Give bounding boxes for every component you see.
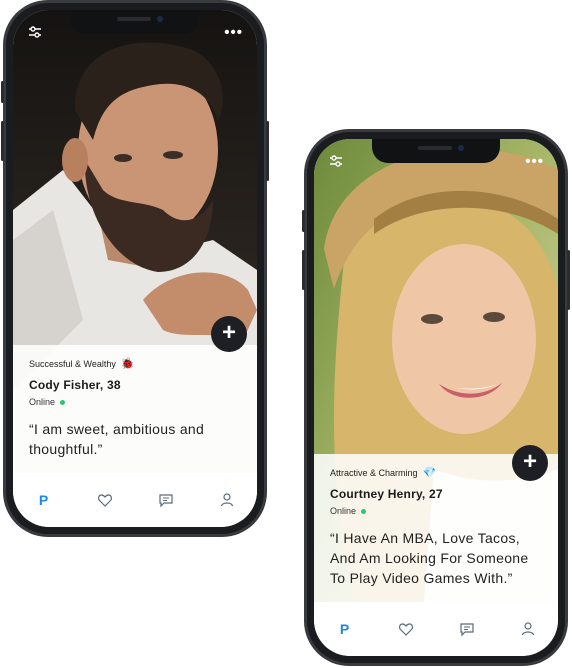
chat-icon <box>158 494 173 508</box>
tab-bar: P <box>314 602 558 656</box>
chat-icon <box>459 623 474 637</box>
phone-1: ••• + Successful & Wealthy 🐞 Cody Fisher… <box>1 1 269 536</box>
tab-messages[interactable] <box>146 485 186 515</box>
profile-screen-2: ••• + Attractive & Charming 💎 Courtney H… <box>314 139 558 656</box>
profile-icon <box>220 493 233 507</box>
profile-screen-1: ••• + Successful & Wealthy 🐞 Cody Fisher… <box>13 10 257 527</box>
online-status: Online <box>330 506 542 516</box>
online-dot-icon <box>361 508 367 514</box>
diamond-icon: 💎 <box>422 467 437 479</box>
tab-home[interactable]: P <box>325 614 365 644</box>
profile-name: Cody Fisher, 38 <box>29 378 121 392</box>
online-dot-icon <box>60 399 66 405</box>
tab-profile[interactable] <box>207 485 247 515</box>
tab-bar: P <box>13 473 257 527</box>
more-icon[interactable]: ••• <box>525 153 544 170</box>
notch <box>71 10 199 34</box>
tab-likes[interactable] <box>85 485 125 515</box>
more-icon[interactable]: ••• <box>224 24 243 41</box>
tagline: Attractive & Charming 💎 <box>330 467 437 479</box>
profile-card: Successful & Wealthy 🐞 Cody Fisher, 38 O… <box>13 345 257 473</box>
tab-likes[interactable] <box>386 614 426 644</box>
online-status: Online <box>29 397 241 407</box>
profile-quote: “I am sweet, ambitious and thoughtful.” <box>29 421 205 457</box>
add-button[interactable]: + <box>512 445 548 481</box>
tab-messages[interactable] <box>447 614 487 644</box>
heart-icon <box>97 494 112 507</box>
heart-icon <box>398 623 413 636</box>
filter-icon[interactable] <box>328 153 344 173</box>
tab-profile[interactable] <box>508 614 548 644</box>
profile-icon <box>521 622 534 636</box>
add-button[interactable]: + <box>211 316 247 352</box>
home-logo-icon: P <box>38 492 49 508</box>
notch <box>372 139 500 163</box>
filter-icon[interactable] <box>27 24 43 44</box>
tab-home[interactable]: P <box>24 485 64 515</box>
home-logo-icon: P <box>339 621 350 637</box>
phone-2: ••• + Attractive & Charming 💎 Courtney H… <box>302 130 570 665</box>
ladybug-icon: 🐞 <box>120 358 135 370</box>
profile-quote: “I Have An MBA, Love Tacos, And Am Looki… <box>330 530 529 586</box>
profile-name: Courtney Henry, 27 <box>330 487 443 501</box>
tagline: Successful & Wealthy 🐞 <box>29 358 135 370</box>
